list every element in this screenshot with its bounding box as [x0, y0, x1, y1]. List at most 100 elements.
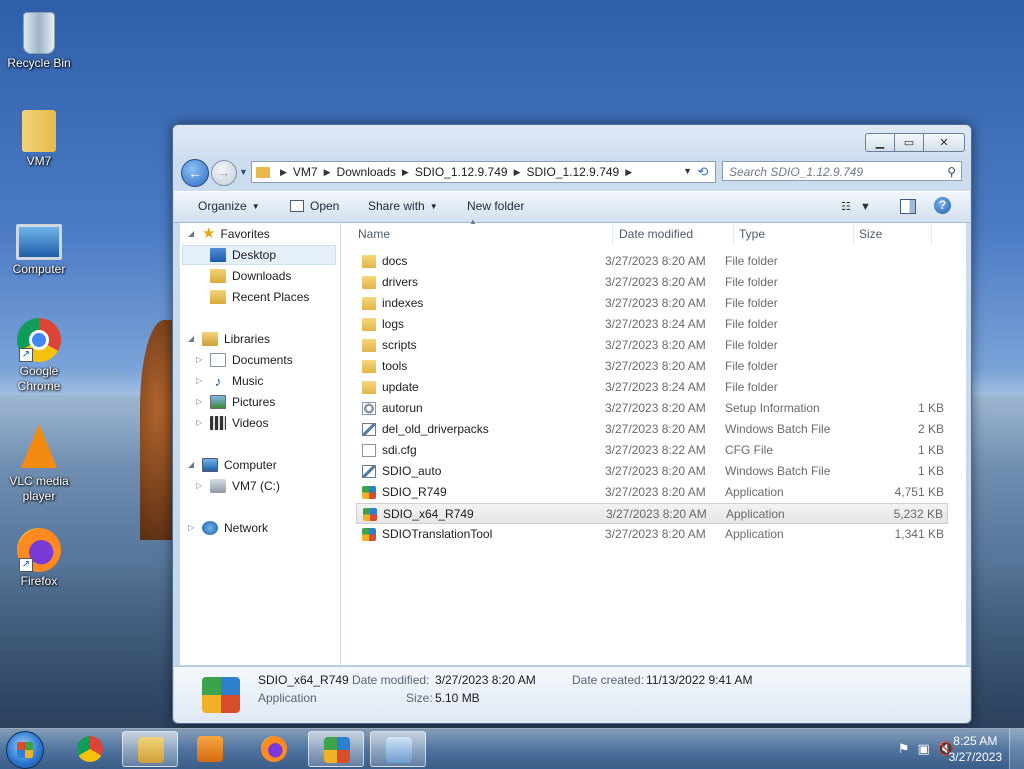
maximize-button[interactable]: ▭ [895, 133, 924, 152]
file-size: 1,341 KB [894, 527, 944, 541]
column-header-name[interactable]: Name [353, 223, 613, 245]
expanded-triangle-icon[interactable]: ◢ [188, 224, 196, 244]
desktop-icon-label: Firefox [20, 574, 58, 588]
open-button[interactable]: Open [290, 199, 339, 213]
taskbar-media-player[interactable] [182, 731, 238, 767]
desktop-icon-recycle-bin[interactable]: Recycle Bin [4, 8, 74, 71]
column-header-type[interactable]: Type [734, 223, 854, 245]
desktop-icon-vlc[interactable]: VLC media player [4, 424, 74, 504]
new-folder-button[interactable]: New folder [467, 199, 524, 213]
search-icon[interactable]: ⚲ [947, 162, 956, 182]
breadcrumb-sdio-current[interactable]: SDIO_1.12.9.749 [526, 165, 619, 179]
nav-pictures[interactable]: ▷ Pictures [196, 392, 275, 412]
desktop-icon-firefox[interactable]: ↗ Firefox [4, 528, 74, 589]
preview-pane-button[interactable] [900, 199, 916, 214]
breadcrumb-downloads[interactable]: Downloads [337, 165, 396, 179]
nav-network[interactable]: ▷ Network [188, 518, 268, 538]
nav-drive-c[interactable]: ▷ VM7 (C:) [196, 476, 280, 496]
nav-label: Network [224, 521, 269, 535]
desktop-icon-google-chrome[interactable]: ↗ Google Chrome [4, 318, 74, 394]
taskbar-control-panel[interactable] [370, 731, 426, 767]
change-view-button[interactable]: ☷ ▼ [841, 200, 871, 213]
column-header-date-modified[interactable]: Date modified [614, 223, 734, 245]
videos-icon [210, 416, 226, 430]
recent-pages-dropdown[interactable]: ▼ [239, 167, 248, 177]
desktop-icon-vm7[interactable]: VM7 [4, 110, 74, 169]
taskbar-firefox[interactable] [246, 731, 302, 767]
nav-desktop[interactable]: Desktop [210, 245, 276, 265]
file-row[interactable]: indexes 3/27/2023 8:20 AM File folder [356, 293, 948, 314]
file-row[interactable]: autorun 3/27/2023 8:20 AM Setup Informatio… [356, 398, 948, 419]
close-button[interactable]: ✕ [924, 133, 965, 152]
file-row[interactable]: docs 3/27/2023 8:20 AM File folder [356, 251, 948, 272]
folder-icon [362, 255, 376, 268]
show-desktop-button[interactable] [1009, 729, 1024, 769]
collapsed-triangle-icon[interactable]: ▷ [196, 350, 204, 370]
chevron-down-icon: ▼ [251, 201, 260, 211]
nav-documents[interactable]: ▷ Documents [196, 350, 293, 370]
address-bar[interactable]: ▶ VM7 ▶ Downloads ▶ SDIO_1.12.9.749 ▶ SD… [251, 161, 697, 183]
breadcrumb-separator-icon[interactable]: ▶ [324, 167, 331, 178]
nav-music[interactable]: ▷ ♪ Music [196, 371, 263, 391]
breadcrumb-separator-icon[interactable]: ▶ [402, 167, 409, 178]
column-header-size[interactable]: Size [854, 223, 932, 245]
file-type: File folder [725, 317, 778, 331]
refresh-button[interactable]: ⟲ [691, 161, 716, 183]
file-name: indexes [382, 296, 424, 310]
file-row[interactable]: logs 3/27/2023 8:24 AM File folder [356, 314, 948, 335]
back-button[interactable]: ← [181, 159, 209, 187]
taskbar-chrome[interactable] [62, 731, 118, 767]
network-icon [202, 521, 218, 535]
file-date-modified: 3/27/2023 8:24 AM [605, 317, 706, 331]
file-row[interactable]: SDIOTranslationTool 3/27/2023 8:20 AM Appl… [356, 524, 948, 545]
clock[interactable]: 8:25 AM 3/27/2023 [949, 733, 1002, 765]
help-button[interactable]: ? [934, 197, 951, 214]
action-center-flag-icon[interactable]: ⚑ [898, 741, 910, 757]
organize-button[interactable]: Organize ▼ [198, 199, 260, 213]
file-row[interactable]: SDIO_R749 3/27/2023 8:20 AM Application 4,7… [356, 482, 948, 503]
file-row[interactable]: SDIO_auto 3/27/2023 8:20 AM Windows Batch … [356, 461, 948, 482]
collapsed-triangle-icon[interactable]: ▷ [196, 476, 204, 496]
file-row[interactable]: del_old_driverpacks 3/27/2023 8:20 AM Wind… [356, 419, 948, 440]
forward-button[interactable]: → [211, 160, 237, 186]
nav-downloads[interactable]: Downloads [210, 266, 291, 286]
details-file-type: Application [258, 691, 317, 705]
collapsed-triangle-icon[interactable]: ▷ [188, 518, 196, 538]
breadcrumb-separator-icon[interactable]: ▶ [280, 167, 287, 178]
file-row[interactable]: scripts 3/27/2023 8:20 AM File folder [356, 335, 948, 356]
file-name: tools [382, 359, 408, 373]
explorer-window[interactable]: ▁ ▭ ✕ ← → ▼ ▶ VM7 ▶ Downloads ▶ SDIO_1.1… [172, 124, 972, 724]
expanded-triangle-icon[interactable]: ◢ [188, 329, 196, 349]
taskbar-sdio[interactable] [308, 731, 364, 767]
nav-favorites[interactable]: ◢ ★ Favorites [188, 224, 270, 244]
collapsed-triangle-icon[interactable]: ▷ [196, 392, 204, 412]
nav-videos[interactable]: ▷ Videos [196, 413, 268, 433]
minimize-button[interactable]: ▁ [865, 133, 895, 152]
nav-computer[interactable]: ◢ Computer [188, 455, 277, 475]
file-row[interactable]: update 3/27/2023 8:24 AM File folder [356, 377, 948, 398]
file-row[interactable]: drivers 3/27/2023 8:20 AM File folder [356, 272, 948, 293]
file-row[interactable]: sdi.cfg 3/27/2023 8:22 AM CFG File 1 KB [356, 440, 948, 461]
nav-recent-places[interactable]: Recent Places [210, 287, 309, 307]
start-button[interactable] [6, 731, 44, 769]
taskbar-explorer[interactable] [122, 731, 178, 767]
desktop-icon-computer[interactable]: Computer [4, 216, 74, 277]
breadcrumb-sdio-parent[interactable]: SDIO_1.12.9.749 [415, 165, 508, 179]
file-name-cell: SDIO_auto [362, 461, 441, 482]
network-status-icon[interactable]: ▣ [918, 741, 930, 757]
vlc-icon [21, 424, 57, 468]
clock-date: 3/27/2023 [948, 750, 1002, 764]
file-row[interactable]: SDIO_x64_R749 3/27/2023 8:20 AM Applicatio… [356, 503, 948, 524]
collapsed-triangle-icon[interactable]: ▷ [196, 371, 204, 391]
nav-libraries[interactable]: ◢ Libraries [188, 329, 270, 349]
breadcrumb-separator-icon[interactable]: ▶ [514, 167, 521, 178]
breadcrumb-separator-icon[interactable]: ▶ [625, 167, 632, 178]
search-input[interactable]: Search SDIO_1.12.9.749 ⚲ [722, 161, 962, 181]
expanded-triangle-icon[interactable]: ◢ [188, 455, 196, 475]
file-name: drivers [382, 275, 419, 289]
collapsed-triangle-icon[interactable]: ▷ [196, 413, 204, 433]
details-view-icon: ☷ [841, 201, 851, 213]
breadcrumb-vm7[interactable]: VM7 [293, 165, 318, 179]
file-row[interactable]: tools 3/27/2023 8:20 AM File folder [356, 356, 948, 377]
share-with-button[interactable]: Share with ▼ [368, 199, 438, 213]
